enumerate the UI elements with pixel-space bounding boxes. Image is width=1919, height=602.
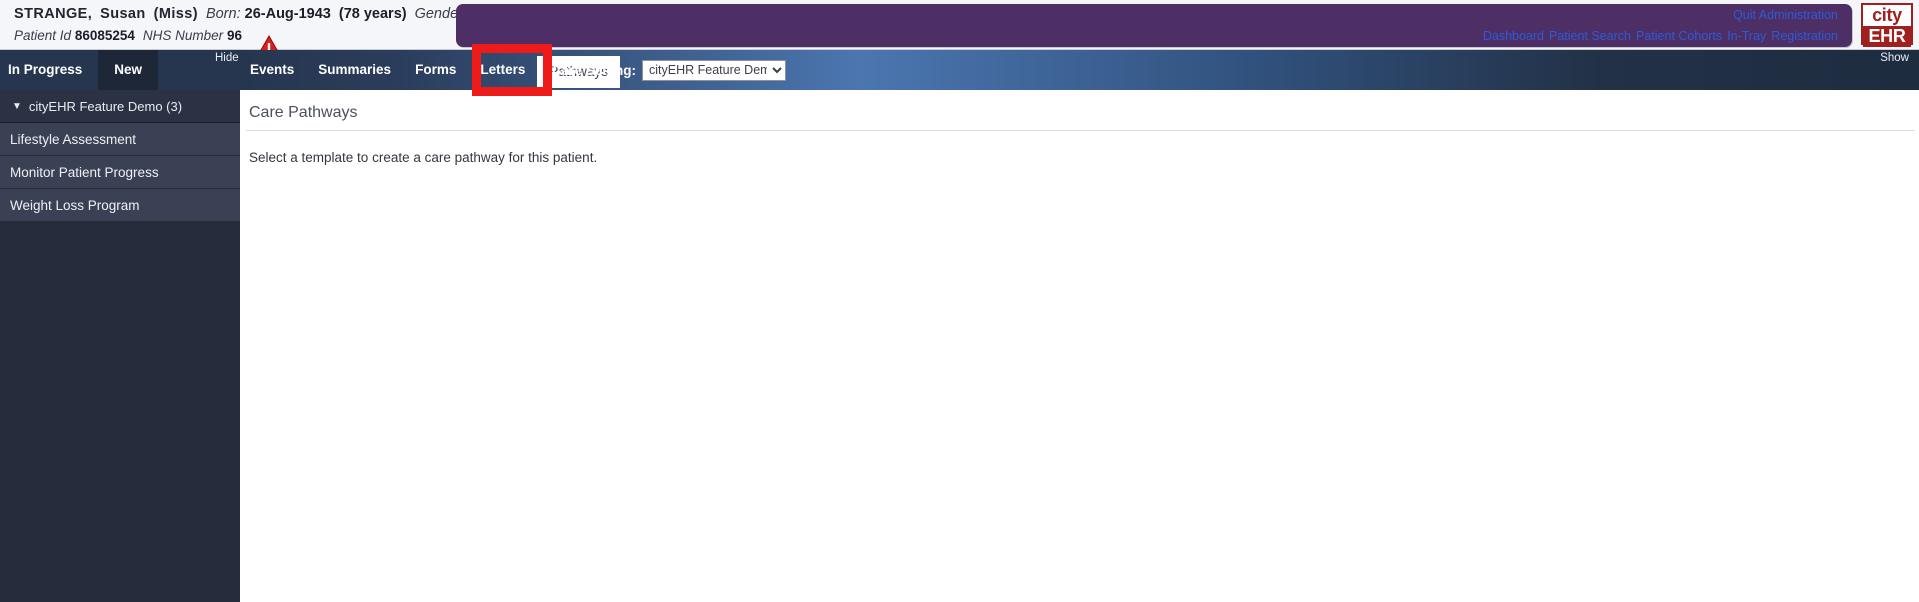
tab-forms[interactable]: Forms [403,50,468,90]
patient-title: (Miss) [153,6,198,22]
nhs-number-label: NHS Number [142,28,224,43]
patient-header-strip: STRANGE, Susan (Miss) Born: 26-Aug-1943 (78 … [0,0,1919,58]
born-label: Born: [205,6,241,22]
care-setting-label: Care Setting: [552,62,637,78]
sidebar-item-weight-loss-program[interactable]: Weight Loss Program [0,189,240,222]
in-progress-button[interactable]: In Progress [0,50,98,90]
pathway-sidebar: ▼ cityEHR Feature Demo (3) Lifestyle Ass… [0,90,240,602]
tab-summaries[interactable]: Summaries [306,50,403,90]
hide-sidebar-toggle[interactable]: Hide [215,52,239,64]
dashboard-link[interactable]: Dashboard [1483,29,1544,43]
quit-admin-row: Quit Administration [1483,6,1838,24]
tab-events[interactable]: Events [238,50,306,90]
in-tray-link[interactable]: In-Tray [1727,29,1766,43]
patient-search-link[interactable]: Patient Search [1549,29,1631,43]
nhs-number-value: 96 [226,28,242,43]
born-value: 26-Aug-1943 [244,6,331,22]
patient-id-value: 86085254 [74,28,135,43]
patient-age: (78 years) [338,6,407,22]
patient-forename: Susan [100,6,146,22]
banner-link-group: Quit Administration Dashboard Patient Sea… [1483,6,1838,45]
quit-administration-link[interactable]: Quit Administration [1733,8,1838,22]
sidebar-item-monitor-patient-progress[interactable]: Monitor Patient Progress [0,156,240,189]
patient-surname: STRANGE, [14,6,93,22]
main-navigation-bar: In Progress New Hide Show Events Summari… [0,44,1919,96]
nav-status-buttons: In Progress New [0,50,159,90]
banner-nav-links-row: Dashboard Patient Search Patient Cohorts In… [1483,27,1838,45]
main-content-area: Care Pathways Select a template to creat… [240,90,1919,602]
care-setting-select[interactable]: cityEHR Feature Demo [642,59,787,81]
page-body: ▼ cityEHR Feature Demo (3) Lifestyle Ass… [0,90,1919,602]
sidebar-group-label: cityEHR Feature Demo (3) [28,98,183,114]
registration-link[interactable]: Registration [1771,29,1838,43]
care-setting-group: Care Setting: cityEHR Feature Demo [552,50,787,90]
sidebar-group-header[interactable]: ▼ cityEHR Feature Demo (3) [0,90,240,123]
sidebar-item-label: Weight Loss Program [10,197,140,213]
empty-state-message: Select a template to create a care pathw… [249,150,598,165]
page-title: Care Pathways [249,104,358,121]
new-button[interactable]: New [98,50,159,90]
sidebar-item-label: Monitor Patient Progress [10,164,159,180]
cityehr-logo: city EHR [1861,3,1913,47]
sidebar-item-label: Lifestyle Assessment [10,131,137,147]
logo-ehr-text: EHR [1863,26,1911,47]
patient-id-label: Patient Id [14,28,72,43]
sidebar-item-lifestyle-assessment[interactable]: Lifestyle Assessment [0,123,240,156]
chevron-down-icon: ▼ [12,100,22,112]
logo-city-text: city [1863,5,1911,26]
patient-cohorts-link[interactable]: Patient Cohorts [1636,29,1722,43]
show-panel-toggle[interactable]: Show [1880,52,1909,64]
admin-banner: Quit Administration Dashboard Patient Sea… [456,4,1852,47]
tab-letters[interactable]: Letters [468,50,537,90]
